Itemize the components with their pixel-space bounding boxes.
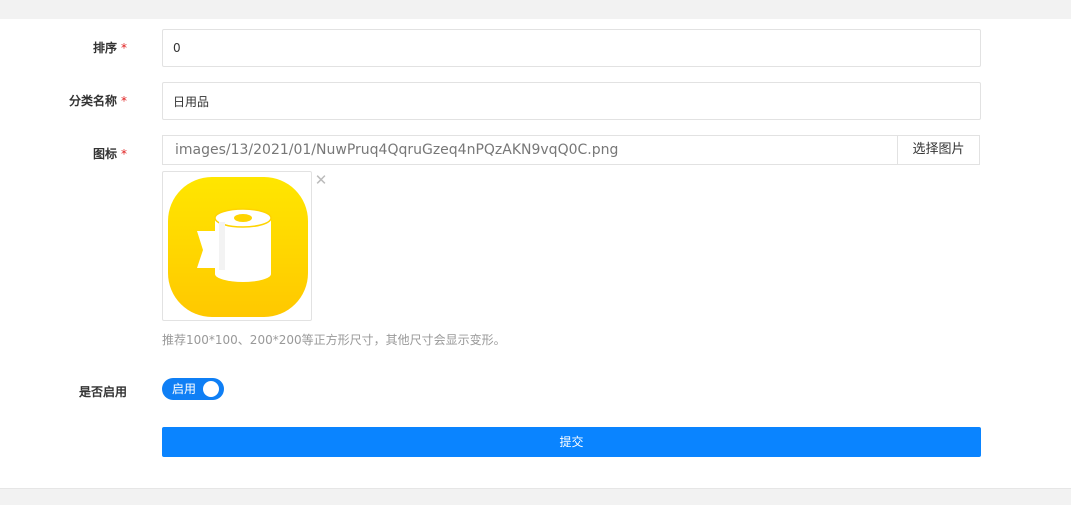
icon-image-preview: [162, 171, 312, 321]
icon-label: 图标 *: [0, 146, 127, 162]
choose-image-button[interactable]: 选择图片: [897, 136, 979, 164]
category-name-input[interactable]: [162, 82, 981, 120]
icon-path-input[interactable]: [163, 136, 897, 164]
page-top-strip: [0, 0, 1071, 19]
icon-label-text: 图标: [92, 147, 117, 161]
sort-label-text: 排序: [92, 41, 117, 55]
required-star: *: [121, 147, 127, 161]
category-name-label: 分类名称 *: [0, 93, 127, 109]
icon-file-group: 选择图片: [162, 135, 980, 165]
page-bottom-strip: [0, 488, 1071, 505]
enabled-toggle[interactable]: 启用: [162, 378, 224, 400]
enabled-label-text: 是否启用: [78, 385, 127, 399]
sort-input[interactable]: [162, 29, 981, 67]
icon-size-hint: 推荐100*100、200*200等正方形尺寸，其他尺寸会显示变形。: [162, 333, 506, 347]
enabled-label: 是否启用: [0, 384, 127, 400]
form-panel: 排序 * 分类名称 * 图标 * 选择图片: [0, 19, 1071, 488]
required-star: *: [121, 41, 127, 55]
submit-button[interactable]: 提交: [162, 427, 981, 457]
toilet-paper-icon: [168, 177, 308, 317]
toggle-knob: [203, 381, 219, 397]
sort-label: 排序 *: [0, 40, 127, 56]
toggle-label: 启用: [172, 382, 197, 396]
category-name-label-text: 分类名称: [68, 94, 117, 108]
close-icon[interactable]: ✕: [314, 173, 328, 188]
required-star: *: [121, 94, 127, 108]
